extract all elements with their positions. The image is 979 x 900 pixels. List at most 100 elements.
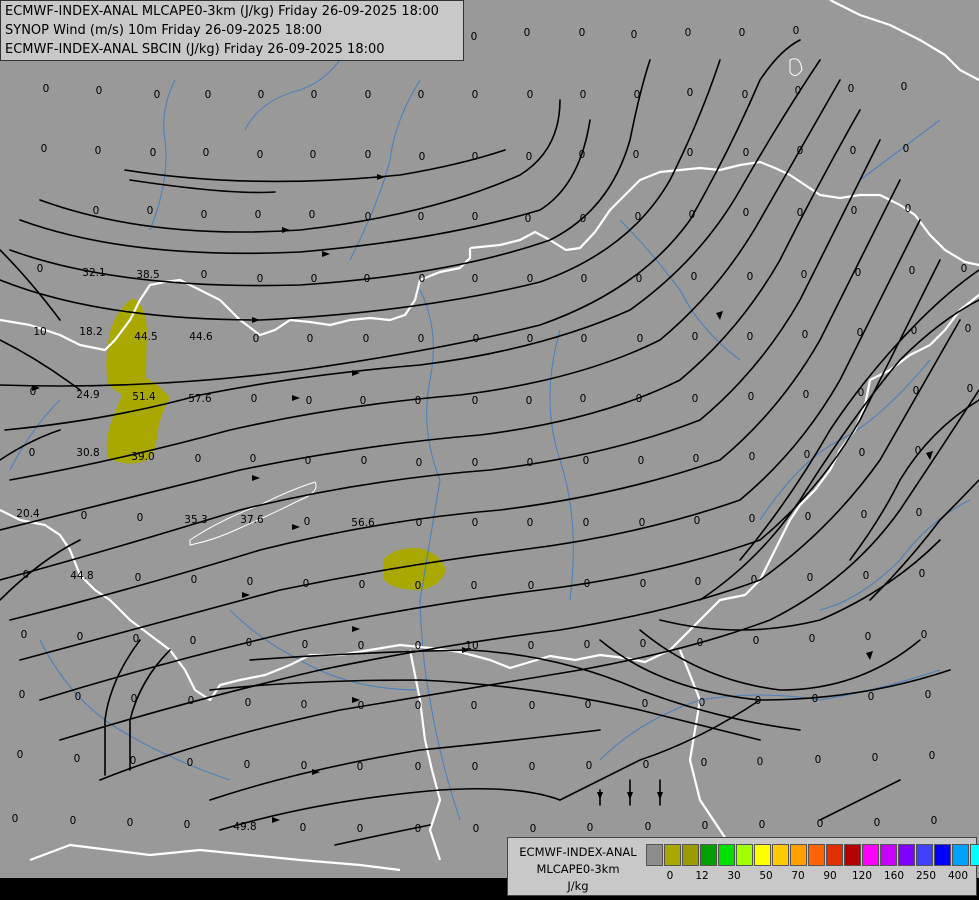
value-label: 0 [929, 750, 936, 762]
value-label: 0 [901, 81, 908, 93]
value-label: 0 [631, 29, 638, 41]
value-label: 0 [857, 327, 864, 339]
value-label: 0 [797, 145, 804, 157]
value-label: 0 [364, 273, 371, 285]
value-label: 0 [133, 633, 140, 645]
value-label: 0 [697, 637, 704, 649]
colorbar-swatch [934, 844, 951, 866]
value-label: 0 [303, 578, 310, 590]
value-label: 0 [191, 574, 198, 586]
value-label: 0 [528, 580, 535, 592]
value-label: 0 [526, 151, 533, 163]
value-label: 44.8 [70, 570, 93, 582]
value-label: 0 [931, 815, 938, 827]
value-label: 0 [526, 395, 533, 407]
value-label: 0 [131, 693, 138, 705]
value-label: 0 [471, 580, 478, 592]
colorbar-tick-label: 0 [666, 870, 674, 882]
colorbar-tick-label: 120 [851, 870, 873, 882]
value-label: 0 [635, 211, 642, 223]
colorbar-tick-label: 90 [823, 870, 837, 882]
value-label: 0 [748, 391, 755, 403]
value-label: 0 [304, 516, 311, 528]
colorbar-swatch [664, 844, 681, 866]
value-label: 0 [244, 759, 251, 771]
value-label: 0 [749, 451, 756, 463]
value-label: 0 [201, 269, 208, 281]
value-label: 0 [915, 445, 922, 457]
value-label: 0 [306, 395, 313, 407]
value-label: 0 [472, 517, 479, 529]
colorbar-legend: ECMWF-INDEX-ANAL MLCAPE0-3km J/kg 0 12 30 5… [507, 837, 979, 896]
value-label: 0 [753, 635, 760, 647]
value-label: 0 [81, 510, 88, 522]
value-label: 0 [302, 639, 309, 651]
value-label: 0 [580, 393, 587, 405]
value-label: 0 [527, 457, 534, 469]
value-label: 0 [916, 507, 923, 519]
colorbar-swatches [646, 844, 979, 866]
value-label: 0 [913, 385, 920, 397]
colorbar-swatch [862, 844, 879, 866]
value-label: 39.0 [131, 451, 154, 463]
value-label: 0 [809, 633, 816, 645]
value-label: 0 [579, 149, 586, 161]
value-label: 0 [638, 455, 645, 467]
value-label: 0 [21, 629, 28, 641]
value-label: 0 [804, 449, 811, 461]
value-label: 0 [245, 697, 252, 709]
colorbar-swatch [790, 844, 807, 866]
value-label: 18.2 [79, 326, 102, 338]
value-label: 0 [640, 578, 647, 590]
value-label: 0 [472, 395, 479, 407]
value-label: 0 [130, 755, 137, 767]
value-label: 0 [357, 823, 364, 835]
value-label: 0 [472, 89, 479, 101]
value-label: 0 [17, 749, 24, 761]
value-label: 0 [472, 273, 479, 285]
value-label: 0 [203, 147, 210, 159]
value-label: 0 [586, 760, 593, 772]
value-label: 0 [757, 756, 764, 768]
value-label: 44.5 [134, 331, 157, 343]
value-label: 0 [861, 509, 868, 521]
value-label: 0 [863, 570, 870, 582]
value-label: 0 [851, 205, 858, 217]
value-label: 0 [471, 31, 478, 43]
value-label: 57.6 [188, 393, 212, 405]
value-label: 0 [187, 757, 194, 769]
colorbar-tick-label: 400 [947, 870, 969, 882]
value-label: 0 [19, 689, 26, 701]
value-label: 0 [634, 89, 641, 101]
value-label: 0 [967, 383, 974, 395]
value-label: 0 [793, 25, 800, 37]
value-label: 0 [743, 147, 750, 159]
value-label: 0 [643, 759, 650, 771]
value-label: 0 [965, 323, 972, 335]
value-label: 0 [739, 27, 746, 39]
value-label: 0 [868, 691, 875, 703]
value-label: 10 [33, 326, 46, 338]
value-label: 0 [41, 143, 48, 155]
value-label: 0 [419, 273, 426, 285]
value-label: 56.6 [351, 517, 375, 529]
value-label: 51.4 [132, 391, 156, 403]
value-label: 0 [190, 635, 197, 647]
value-label: 0 [581, 333, 588, 345]
value-label: 0 [75, 691, 82, 703]
value-label: 0 [37, 263, 44, 275]
value-label: 0 [201, 209, 208, 221]
colorbar-swatch [970, 844, 979, 866]
value-label: 0 [95, 145, 102, 157]
value-label: 0 [961, 263, 968, 275]
value-label: 0 [257, 273, 264, 285]
value-label: 0 [358, 700, 365, 712]
value-label: 0 [416, 457, 423, 469]
value-label: 0 [29, 447, 36, 459]
value-label: 0 [865, 631, 872, 643]
value-label: 0 [640, 638, 647, 650]
value-label: 0 [747, 271, 754, 283]
value-label: 0 [472, 761, 479, 773]
value-label: 0 [695, 576, 702, 588]
value-label: 0 [473, 823, 480, 835]
